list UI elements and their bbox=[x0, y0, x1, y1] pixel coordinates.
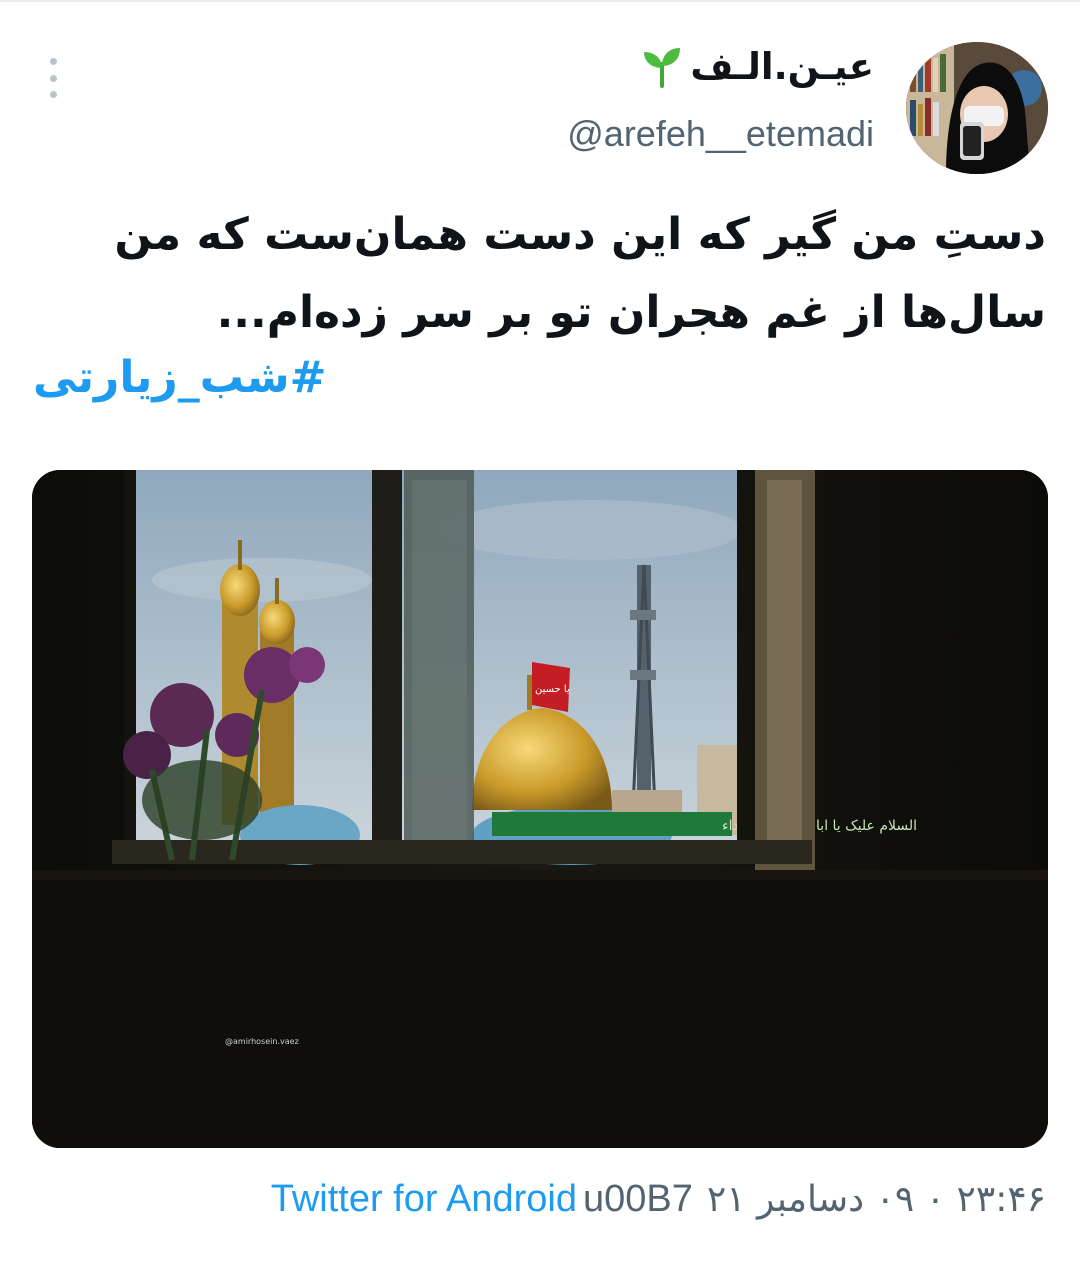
hashtag-link[interactable]: #شب_زیارتی bbox=[33, 352, 326, 403]
avatar[interactable] bbox=[906, 42, 1048, 174]
tweet-meta: Twitter for Android u00B7 ۲۳:۴۶ ۰ ۰۹ دسا… bbox=[0, 1178, 1080, 1228]
sprout-icon bbox=[644, 48, 681, 88]
photo-watermark: @amirhosein.vaez bbox=[225, 1037, 299, 1046]
more-options-icon[interactable] bbox=[40, 58, 66, 98]
flag-text: یا حسین bbox=[535, 684, 570, 695]
tweet-line-2: سال‌ها از غم هجران تو بر سر زده‌ام... bbox=[216, 287, 1046, 338]
user-handle[interactable]: @arefeh__etemadi bbox=[567, 113, 874, 155]
tweet-line-1: دستِ من گیر که این دست همان‌ست که من bbox=[114, 209, 1046, 260]
tweet-photo[interactable]: یا حسین السلام علیک یا ابا عبدالله الشهد… bbox=[32, 470, 1048, 1148]
source-link[interactable]: Twitter for Android bbox=[271, 1178, 577, 1221]
tweet-text: دستِ من گیر که این دست همان‌ست که من سال… bbox=[106, 196, 1046, 352]
timestamp[interactable]: ۲۳:۴۶ ۰ ۰۹ دسامبر ۲۱ bbox=[707, 1179, 1046, 1220]
author-name-row[interactable]: عیـن.الـف bbox=[642, 44, 874, 88]
top-divider bbox=[0, 0, 1080, 2]
display-name[interactable]: عیـن.الـف bbox=[690, 45, 874, 88]
meta-separator: u00B7 bbox=[582, 1178, 693, 1220]
